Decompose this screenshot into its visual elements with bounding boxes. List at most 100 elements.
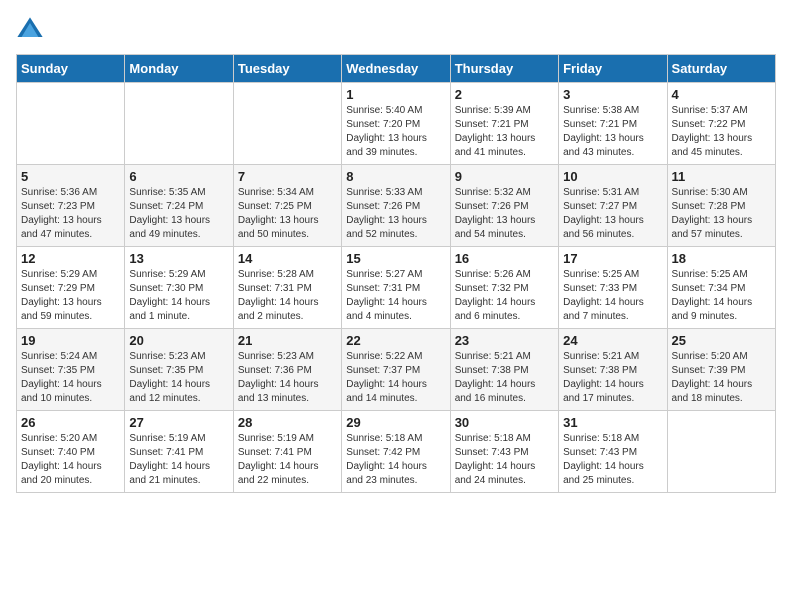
day-number: 7 [238, 169, 337, 184]
calendar-cell: 16 Sunrise: 5:26 AM Sunset: 7:32 PM Dayli… [450, 247, 558, 329]
day-info: Sunrise: 5:34 AM Sunset: 7:25 PM Dayligh… [238, 186, 337, 242]
day-number: 10 [563, 169, 662, 184]
calendar-cell: 30Sunrise: 5:18 AM Sunset: 7:43 PM Dayli… [450, 411, 558, 493]
day-info: Sunrise: 5:39 AM Sunset: 7:21 PM Dayligh… [455, 104, 554, 160]
logo-icon [16, 16, 44, 44]
day-info: Sunrise: 5:25 AM Sunset: 7:34 PM Dayligh… [672, 268, 771, 324]
calendar-cell: 20 Sunrise: 5:23 AM Sunset: 7:35 PM Dayli… [125, 329, 233, 411]
day-header-wednesday: Wednesday [342, 55, 450, 83]
day-info: Sunrise: 5:29 AM Sunset: 7:30 PM Dayligh… [129, 268, 228, 324]
calendar-cell: 13 Sunrise: 5:29 AM Sunset: 7:30 PM Dayli… [125, 247, 233, 329]
day-info: Sunrise: 5:23 AM Sunset: 7:35 PM Dayligh… [129, 350, 228, 406]
calendar-cell: 11Sunrise: 5:30 AM Sunset: 7:28 PM Dayli… [667, 165, 775, 247]
day-number: 3 [563, 87, 662, 102]
day-number: 28 [238, 415, 337, 430]
day-number: 9 [455, 169, 554, 184]
day-header-friday: Friday [559, 55, 667, 83]
calendar-cell: 1 Sunrise: 5:40 AM Sunset: 7:20 PM Daylig… [342, 83, 450, 165]
day-info: Sunrise: 5:29 AM Sunset: 7:29 PM Dayligh… [21, 268, 120, 324]
day-info: Sunrise: 5:31 AM Sunset: 7:27 PM Dayligh… [563, 186, 662, 242]
calendar-cell: 12 Sunrise: 5:29 AM Sunset: 7:29 PM Dayli… [17, 247, 125, 329]
calendar-cell: 6 Sunrise: 5:35 AM Sunset: 7:24 PM Daylig… [125, 165, 233, 247]
calendar-cell: 31 Sunrise: 5:18 AM Sunset: 7:43 PM Dayli… [559, 411, 667, 493]
calendar-cell: 28Sunrise: 5:19 AM Sunset: 7:41 PM Dayli… [233, 411, 341, 493]
calendar-cell: 10 Sunrise: 5:31 AM Sunset: 7:27 PM Dayli… [559, 165, 667, 247]
day-info: Sunrise: 5:37 AM Sunset: 7:22 PM Dayligh… [672, 104, 771, 160]
day-number: 14 [238, 251, 337, 266]
day-number: 27 [129, 415, 228, 430]
day-number: 15 [346, 251, 445, 266]
calendar-cell [233, 83, 341, 165]
day-number: 21 [238, 333, 337, 348]
day-number: 20 [129, 333, 228, 348]
calendar-cell: 7 Sunrise: 5:34 AM Sunset: 7:25 PM Daylig… [233, 165, 341, 247]
calendar-cell: 26Sunrise: 5:20 AM Sunset: 7:40 PM Dayli… [17, 411, 125, 493]
calendar-cell [667, 411, 775, 493]
calendar-cell: 14 Sunrise: 5:28 AM Sunset: 7:31 PM Dayli… [233, 247, 341, 329]
calendar-cell: 24 Sunrise: 5:21 AM Sunset: 7:38 PM Dayli… [559, 329, 667, 411]
calendar-cell: 5 Sunrise: 5:36 AM Sunset: 7:23 PM Daylig… [17, 165, 125, 247]
day-number: 31 [563, 415, 662, 430]
day-info: Sunrise: 5:33 AM Sunset: 7:26 PM Dayligh… [346, 186, 445, 242]
day-number: 13 [129, 251, 228, 266]
day-info: Sunrise: 5:26 AM Sunset: 7:32 PM Dayligh… [455, 268, 554, 324]
calendar-cell: 8 Sunrise: 5:33 AM Sunset: 7:26 PM Daylig… [342, 165, 450, 247]
day-info: Sunrise: 5:18 AM Sunset: 7:43 PM Dayligh… [563, 432, 662, 488]
day-info: Sunrise: 5:18 AM Sunset: 7:42 PM Dayligh… [346, 432, 445, 488]
calendar-cell: 19 Sunrise: 5:24 AM Sunset: 7:35 PM Dayli… [17, 329, 125, 411]
calendar-cell: 21 Sunrise: 5:23 AM Sunset: 7:36 PM Dayli… [233, 329, 341, 411]
calendar-cell: 2 Sunrise: 5:39 AM Sunset: 7:21 PM Daylig… [450, 83, 558, 165]
day-number: 5 [21, 169, 120, 184]
day-number: 22 [346, 333, 445, 348]
day-info: Sunrise: 5:24 AM Sunset: 7:35 PM Dayligh… [21, 350, 120, 406]
day-header-thursday: Thursday [450, 55, 558, 83]
day-number: 8 [346, 169, 445, 184]
day-number: 16 [455, 251, 554, 266]
logo [16, 16, 48, 44]
day-number: 19 [21, 333, 120, 348]
day-info: Sunrise: 5:38 AM Sunset: 7:21 PM Dayligh… [563, 104, 662, 160]
day-info: Sunrise: 5:20 AM Sunset: 7:40 PM Dayligh… [21, 432, 120, 488]
day-info: Sunrise: 5:35 AM Sunset: 7:24 PM Dayligh… [129, 186, 228, 242]
calendar-cell: 18 Sunrise: 5:25 AM Sunset: 7:34 PM Dayli… [667, 247, 775, 329]
calendar-cell: 15 Sunrise: 5:27 AM Sunset: 7:31 PM Dayli… [342, 247, 450, 329]
day-info: Sunrise: 5:27 AM Sunset: 7:31 PM Dayligh… [346, 268, 445, 324]
day-number: 11 [672, 169, 771, 184]
day-info: Sunrise: 5:32 AM Sunset: 7:26 PM Dayligh… [455, 186, 554, 242]
day-header-sunday: Sunday [17, 55, 125, 83]
calendar-cell: 9 Sunrise: 5:32 AM Sunset: 7:26 PM Daylig… [450, 165, 558, 247]
calendar-cell: 17 Sunrise: 5:25 AM Sunset: 7:33 PM Dayli… [559, 247, 667, 329]
day-number: 29 [346, 415, 445, 430]
calendar-cell [125, 83, 233, 165]
day-number: 6 [129, 169, 228, 184]
day-number: 18 [672, 251, 771, 266]
day-info: Sunrise: 5:21 AM Sunset: 7:38 PM Dayligh… [455, 350, 554, 406]
day-number: 17 [563, 251, 662, 266]
calendar-cell [17, 83, 125, 165]
day-number: 24 [563, 333, 662, 348]
day-info: Sunrise: 5:21 AM Sunset: 7:38 PM Dayligh… [563, 350, 662, 406]
day-info: Sunrise: 5:19 AM Sunset: 7:41 PM Dayligh… [129, 432, 228, 488]
day-number: 25 [672, 333, 771, 348]
day-info: Sunrise: 5:36 AM Sunset: 7:23 PM Dayligh… [21, 186, 120, 242]
calendar-cell: 29 Sunrise: 5:18 AM Sunset: 7:42 PM Dayli… [342, 411, 450, 493]
day-header-monday: Monday [125, 55, 233, 83]
day-info: Sunrise: 5:18 AM Sunset: 7:43 PM Dayligh… [455, 432, 554, 488]
day-info: Sunrise: 5:20 AM Sunset: 7:39 PM Dayligh… [672, 350, 771, 406]
day-info: Sunrise: 5:25 AM Sunset: 7:33 PM Dayligh… [563, 268, 662, 324]
calendar-cell: 25 Sunrise: 5:20 AM Sunset: 7:39 PM Dayli… [667, 329, 775, 411]
calendar-cell: 23 Sunrise: 5:21 AM Sunset: 7:38 PM Dayli… [450, 329, 558, 411]
calendar-cell: 22 Sunrise: 5:22 AM Sunset: 7:37 PM Dayli… [342, 329, 450, 411]
day-number: 23 [455, 333, 554, 348]
day-info: Sunrise: 5:40 AM Sunset: 7:20 PM Dayligh… [346, 104, 445, 160]
day-info: Sunrise: 5:22 AM Sunset: 7:37 PM Dayligh… [346, 350, 445, 406]
day-header-saturday: Saturday [667, 55, 775, 83]
day-number: 2 [455, 87, 554, 102]
day-header-tuesday: Tuesday [233, 55, 341, 83]
day-number: 1 [346, 87, 445, 102]
calendar-cell: 4Sunrise: 5:37 AM Sunset: 7:22 PM Daylig… [667, 83, 775, 165]
day-info: Sunrise: 5:28 AM Sunset: 7:31 PM Dayligh… [238, 268, 337, 324]
day-info: Sunrise: 5:23 AM Sunset: 7:36 PM Dayligh… [238, 350, 337, 406]
day-number: 12 [21, 251, 120, 266]
calendar-table: SundayMondayTuesdayWednesdayThursdayFrid… [16, 54, 776, 493]
